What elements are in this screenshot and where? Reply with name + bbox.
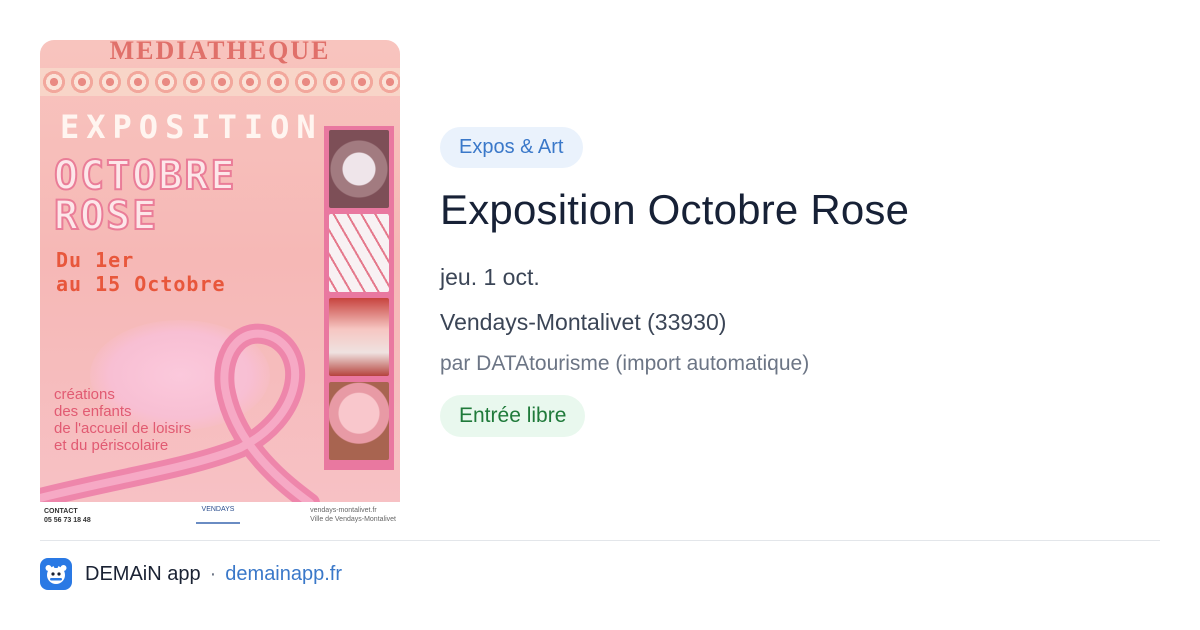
poster-contact: CONTACT 05 56 73 18 48: [44, 507, 91, 525]
poster-facebook: Ville de Vendays-Montalivet: [310, 516, 396, 523]
event-organizer: par DATAtourisme (import automatique): [440, 352, 810, 375]
poster-header-text: MEDIATHEQUE: [109, 40, 331, 65]
poster-photo: [329, 298, 389, 376]
event-poster-image[interactable]: MEDIATHEQUE EXPOSITION OCTOBRE ROSE Du 1…: [40, 40, 400, 528]
poster-contact-phone: 05 56 73 18 48: [44, 517, 91, 524]
poster-title-line2: ROSE: [53, 193, 159, 239]
poster-photo: [329, 382, 389, 460]
poster-creations-line: de l'accueil de loisirs: [54, 420, 192, 437]
event-location: Vendays-Montalivet (33930): [440, 309, 727, 335]
poster-creations-line: des enfants: [54, 403, 132, 420]
poster-creations-line: et du périscolaire: [54, 437, 169, 454]
poster-creations-line: créations: [54, 386, 115, 403]
app-domain-link[interactable]: demainapp.fr: [225, 563, 342, 586]
poster-web-info: vendays-montalivet.fr Ville de Vendays-M…: [310, 506, 396, 524]
poster-photo: [329, 130, 389, 208]
poster-dates-line1: Du 1er: [56, 248, 135, 272]
footer-divider: [40, 540, 1160, 541]
poster-decorative-band: [40, 68, 400, 96]
poster-footer: CONTACT 05 56 73 18 48 VENDAYS vendays-m…: [40, 502, 400, 528]
event-title: Exposition Octobre Rose: [440, 186, 910, 233]
poster-photo-strip: [324, 126, 394, 470]
event-date: jeu. 1 oct.: [440, 264, 540, 290]
demain-app-icon: [40, 558, 72, 590]
poster-title-line1: OCTOBRE: [53, 153, 237, 199]
poster-website: vendays-montalivet.fr: [310, 507, 377, 514]
poster-dates-line2: au 15 Octobre: [56, 272, 226, 296]
poster-exposition-text: EXPOSITION: [60, 108, 323, 146]
vendays-logo: VENDAYS: [196, 506, 240, 524]
poster-contact-label: CONTACT: [44, 508, 78, 515]
poster-title: OCTOBRE ROSE: [53, 153, 314, 239]
poster-dates: Du 1er au 15 Octobre: [56, 248, 276, 296]
footer-separator: ·: [209, 562, 217, 585]
price-badge: Entrée libre: [440, 395, 586, 437]
poster-photo: [329, 214, 389, 292]
app-footer: DEMAiN app · demainapp.fr: [40, 557, 342, 591]
category-tag[interactable]: Expos & Art: [440, 127, 583, 168]
poster-creations-text: créations des enfants de l'accueil de lo…: [54, 386, 254, 454]
app-name: DEMAiN app: [85, 562, 201, 585]
